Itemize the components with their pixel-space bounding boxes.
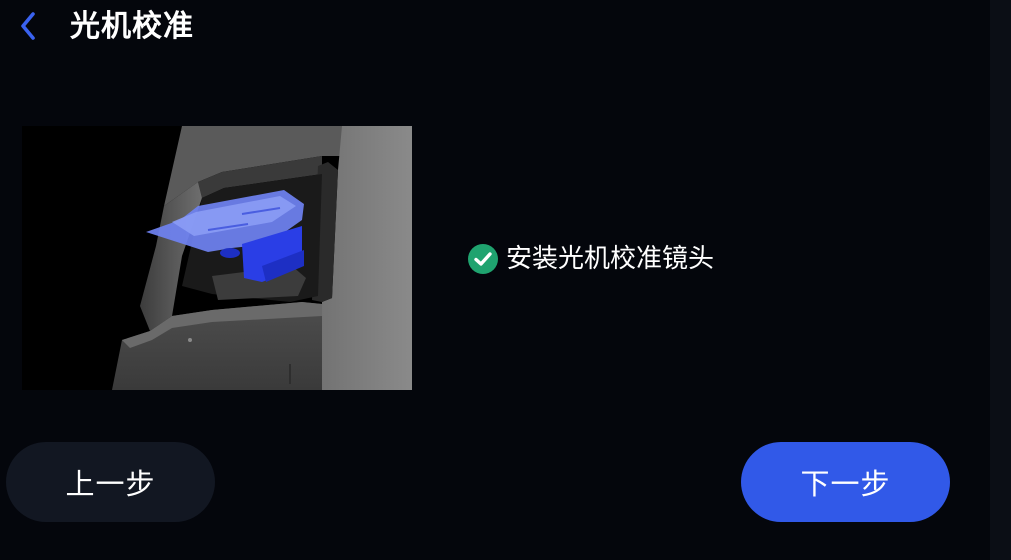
calibration-lens-illustration: [22, 126, 412, 390]
back-button[interactable]: [8, 6, 48, 46]
next-step-button[interactable]: 下一步: [741, 442, 950, 522]
page-title: 光机校准: [70, 9, 194, 44]
prev-step-button[interactable]: 上一步: [6, 442, 215, 522]
step-item-install-lens: 安装光机校准镜头: [468, 240, 714, 278]
check-circle-icon: [468, 244, 498, 274]
side-strip: [990, 0, 1011, 560]
header: 光机校准: [0, 0, 990, 56]
printer-illustration: [112, 126, 412, 390]
step-label: 安装光机校准镜头: [506, 244, 715, 274]
chevron-left-icon: [21, 12, 35, 40]
